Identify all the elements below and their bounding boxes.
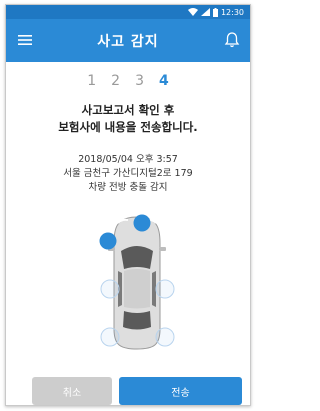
impact-sensor-front-right-active [133, 214, 151, 232]
app-bar: 사고 감지 [6, 19, 250, 62]
page-title: 사고 감지 [97, 33, 159, 50]
impact-sensor-front-left-active [99, 232, 117, 250]
signal-icon [200, 8, 210, 16]
send-button[interactable]: 전송 [119, 377, 242, 405]
incident-datetime: 2018/05/04 오후 3:57 [78, 154, 178, 165]
impact-sensor-left-middle [100, 279, 120, 299]
step-3: 3 [135, 73, 144, 89]
step-2: 2 [111, 73, 121, 89]
incident-description: 차량 전방 충돌 감지 [88, 182, 168, 193]
heading-line-2: 보험사에 내용을 전송합니다. [58, 120, 198, 134]
status-bar: 12:30 [6, 5, 250, 19]
wifi-icon [187, 8, 198, 16]
phone-screen: 12:30 사고 감지 1 2 3 4 사고보고서 확인 후 보험사에 내용을 … [5, 4, 251, 406]
impact-sensor-right-middle [155, 279, 175, 299]
instruction-heading: 사고보고서 확인 후 보험사에 내용을 전송합니다. [6, 102, 250, 136]
heading-line-1: 사고보고서 확인 후 [81, 103, 175, 117]
incident-info: 2018/05/04 오후 3:57 서울 금천구 가산디지털2로 179 차량… [6, 153, 250, 195]
impact-sensor-rear-right [155, 327, 175, 347]
cancel-button[interactable]: 취소 [32, 377, 112, 405]
step-4-current: 4 [159, 73, 169, 89]
car-impact-diagram [99, 214, 175, 350]
menu-icon[interactable] [16, 32, 34, 48]
step-1: 1 [87, 73, 97, 89]
battery-icon [212, 7, 218, 17]
status-time: 12:30 [220, 7, 244, 17]
incident-address: 서울 금천구 가산디지털2로 179 [63, 168, 193, 179]
step-indicator: 1 2 3 4 [6, 73, 250, 89]
impact-sensor-rear-left [100, 327, 120, 347]
bell-icon[interactable] [224, 31, 240, 49]
